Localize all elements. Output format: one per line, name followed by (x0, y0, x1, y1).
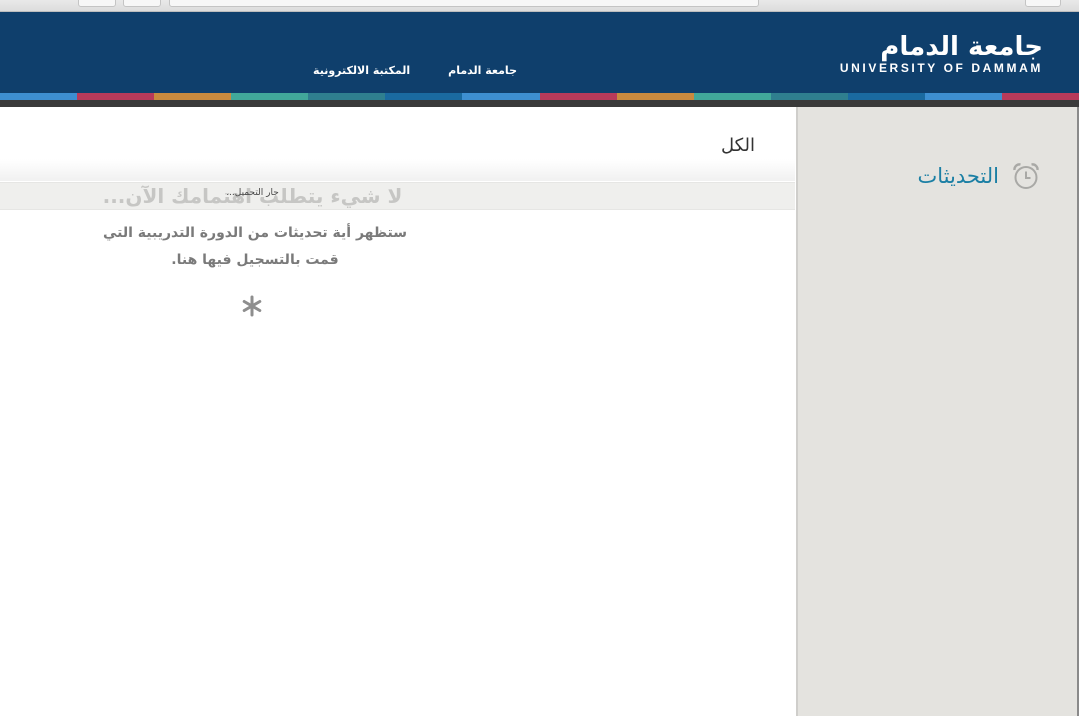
browser-back-button[interactable] (78, 0, 116, 7)
sidebar-item-label: التحديثات (917, 164, 1000, 188)
loading-indicator-text: جار التحميل... (226, 188, 279, 198)
color-stripe-segment (154, 93, 232, 100)
nav-link-university[interactable]: جامعة الدمام (448, 64, 517, 77)
asterisk-spinner-icon (242, 295, 262, 317)
filter-tab-all[interactable]: الكل (721, 135, 755, 156)
empty-state-description: ستظهر أية تحديثات من الدورة التدريبية ال… (102, 225, 408, 268)
logo-arabic-text: جامعة الدمام (880, 32, 1043, 62)
color-stripe-segment (924, 93, 1003, 100)
header-color-stripe (0, 93, 1079, 100)
header-dark-divider (0, 100, 1079, 107)
color-stripe-segment (1002, 93, 1079, 100)
sidebar: التحديثات (796, 107, 1077, 716)
color-stripe-segment (385, 93, 463, 100)
color-stripe-segment (693, 93, 771, 100)
header-nav: جامعة الدمام المكتبة الالكترونية (313, 64, 517, 77)
university-logo[interactable]: جامعة الدمام UNIVERSITY OF DAMMAM (840, 34, 1043, 75)
browser-menu-button[interactable] (1025, 0, 1061, 7)
color-stripe-segment (539, 93, 617, 100)
updates-main-panel: الكل لا شيء يتطلب اهتمامك الآن... جار ال… (0, 107, 795, 716)
sidebar-item-updates[interactable]: التحديثات (918, 161, 1042, 191)
logo-english-text: UNIVERSITY OF DAMMAM (839, 61, 1043, 75)
color-stripe-segment (847, 93, 925, 100)
color-stripe-segment (231, 93, 309, 100)
tab-divider-shadow (0, 159, 795, 181)
color-stripe-segment (770, 93, 848, 100)
address-bar[interactable] (169, 0, 759, 7)
color-stripe-segment (0, 93, 78, 100)
color-stripe-segment (77, 93, 155, 100)
site-header: جامعة الدمام UNIVERSITY OF DAMMAM جامعة … (0, 12, 1079, 93)
alarm-clock-icon (1013, 163, 1039, 189)
browser-forward-button[interactable] (123, 0, 161, 7)
color-stripe-segment (308, 93, 386, 100)
color-stripe-segment (616, 93, 694, 100)
color-stripe-segment (462, 93, 540, 100)
browser-toolbar-strip (0, 0, 1079, 12)
nav-link-e-library[interactable]: المكتبة الالكترونية (313, 64, 410, 77)
